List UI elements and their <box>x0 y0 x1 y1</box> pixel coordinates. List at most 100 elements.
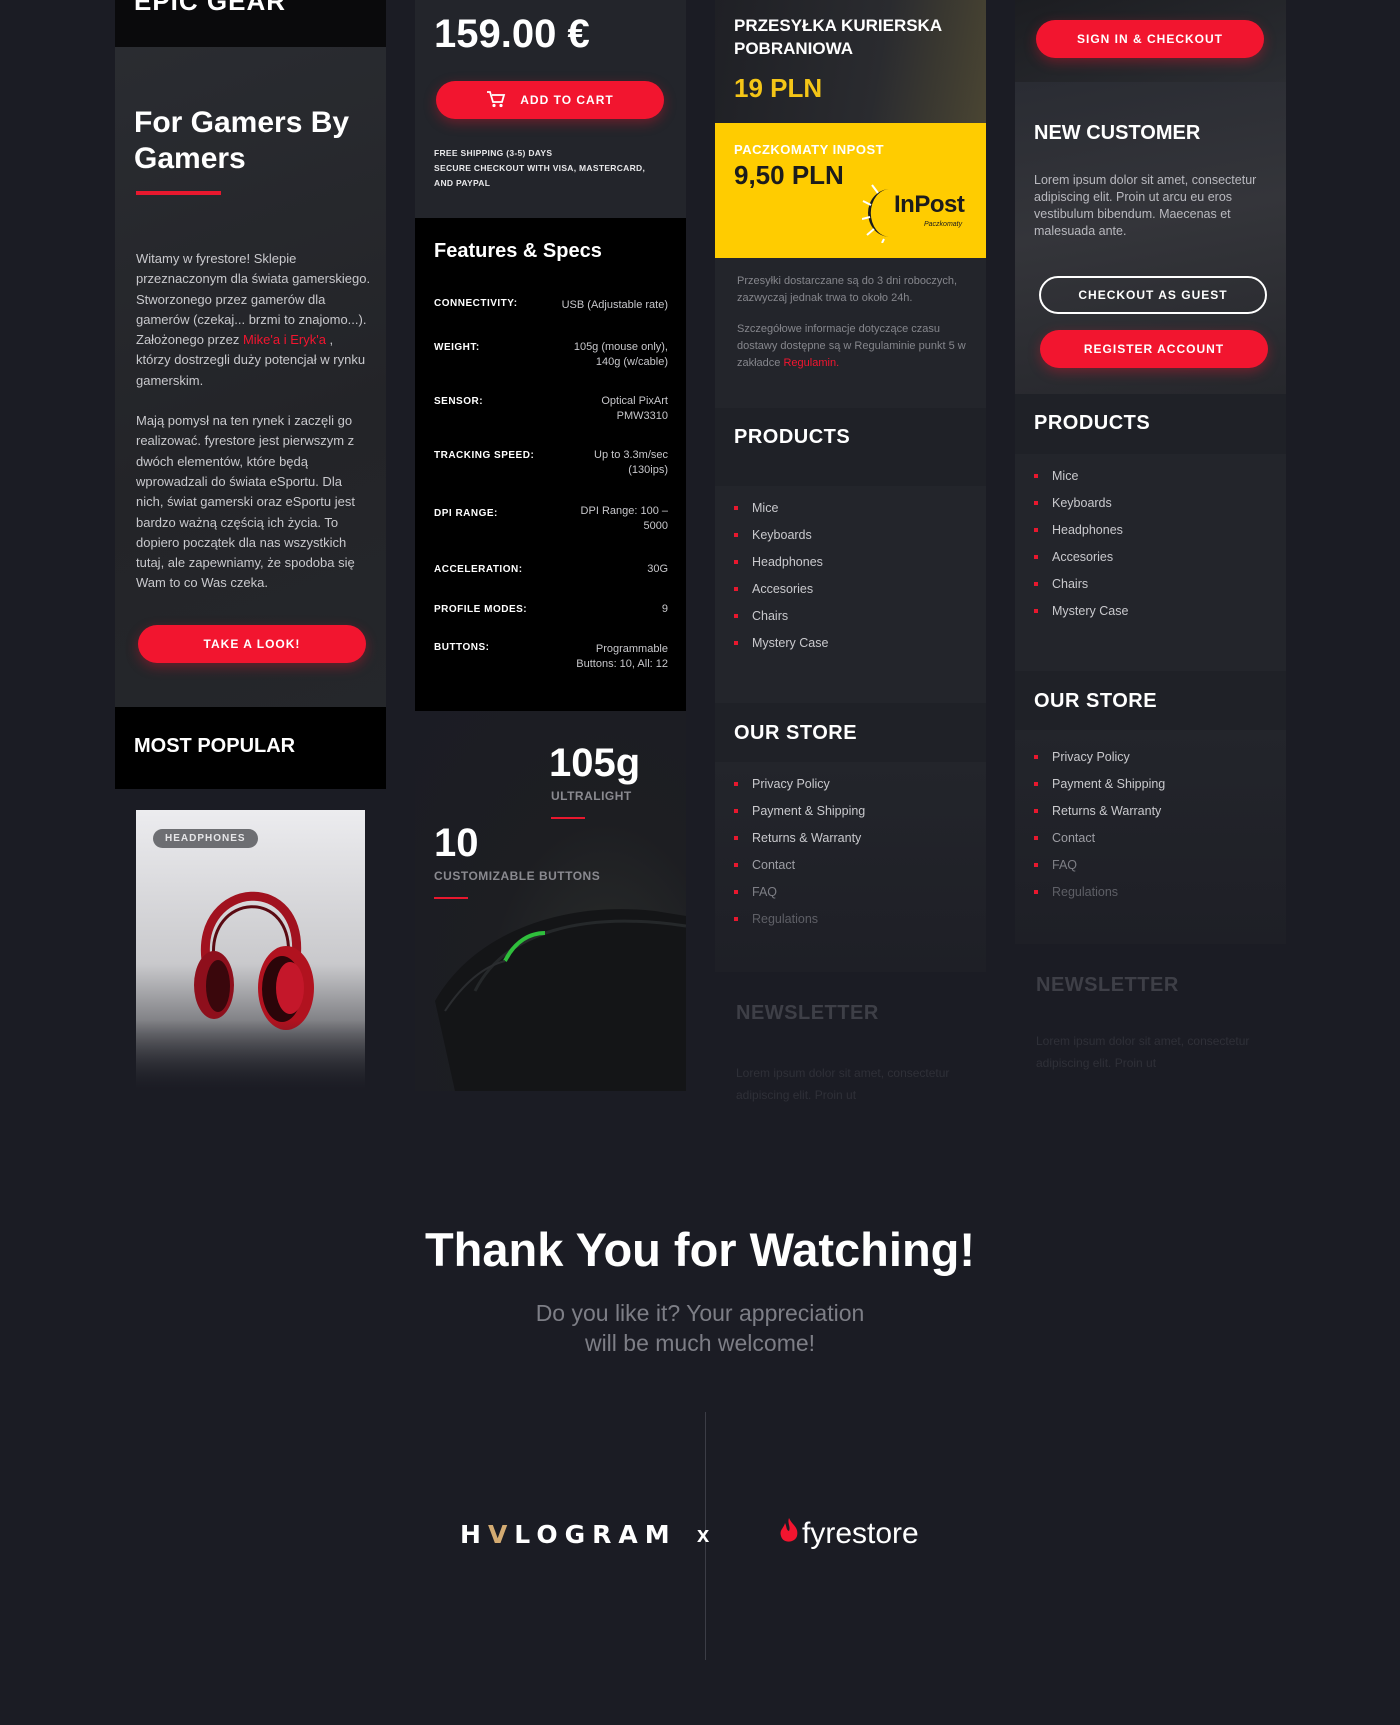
products-header: PRODUCTS <box>715 408 986 486</box>
buttons-count: 10 <box>434 821 479 865</box>
list-item[interactable]: Chairs <box>1034 577 1088 591</box>
about-paragraph-2: Mają pomysł na ten rynek i zaczęli go re… <box>136 413 355 591</box>
collab-x: x <box>697 1522 710 1547</box>
spec-key: BUTTONS: <box>434 642 490 653</box>
most-popular-header: MOST POPULAR <box>115 707 386 789</box>
products-title: PRODUCTS <box>734 426 851 448</box>
checkout-line: AND PAYPAL <box>434 178 491 188</box>
card-fade <box>136 1020 365 1090</box>
newsletter-text: Lorem ipsum dolor sit amet, consectetur … <box>736 1066 950 1102</box>
courier-option[interactable]: PRZESYŁKA KURIERSKA POBRANIOWA 19 PLN <box>715 0 986 123</box>
fyrestore-logo: fyrestore <box>778 1517 919 1551</box>
list-item[interactable]: Returns & Warranty <box>1034 804 1161 818</box>
register-account-button[interactable]: REGISTER ACCOUNT <box>1040 330 1268 368</box>
shipping-note-1: Przesyłki dostarczane są do 3 dni robocz… <box>737 275 958 304</box>
product-column: 159.00 € ADD TO CART FREE SHIPPING (3-5)… <box>415 0 686 1091</box>
list-item[interactable]: Privacy Policy <box>734 777 830 791</box>
subtitle-line-1: Do you like it? Your appreciation <box>535 1300 865 1326</box>
cart-icon <box>487 91 506 108</box>
spec-key: WEIGHT: <box>434 342 480 353</box>
spec-value: 30G <box>647 563 668 575</box>
inpost-label: PACZKOMATY INPOST <box>734 142 885 157</box>
list-item[interactable]: Headphones <box>734 555 823 569</box>
list-item[interactable]: Contact <box>734 858 795 872</box>
newsletter-section: NEWSLETTER Lorem ipsum dolor sit amet, c… <box>1015 944 1286 1084</box>
list-item[interactable]: Headphones <box>1034 523 1123 537</box>
store-title: OUR STORE <box>734 722 858 744</box>
spec-key: CONNECTIVITY: <box>434 298 518 309</box>
newsletter-text: Lorem ipsum dolor sit amet, consectetur … <box>1036 1034 1250 1070</box>
product-card-headphones[interactable]: HEADPHONES <box>136 810 365 1090</box>
most-popular-title: MOST POPULAR <box>134 735 296 757</box>
list-item[interactable]: Regulations <box>734 912 818 926</box>
about-column: EPIC GEAR For Gamers By Gamers Witamy w … <box>115 0 386 1090</box>
list-item[interactable]: FAQ <box>734 885 777 899</box>
inpost-option[interactable]: PACZKOMATY INPOST 9,50 PLN InPost Paczko… <box>715 123 986 258</box>
list-item[interactable]: Chairs <box>734 609 788 623</box>
spec-key: SENSOR: <box>434 396 484 407</box>
list-item[interactable]: FAQ <box>1034 858 1077 872</box>
store-header: OUR STORE <box>715 703 986 762</box>
products-list: Mice Keyboards Headphones Accesories Cha… <box>1015 454 1286 671</box>
inpost-price: 9,50 PLN <box>734 160 844 190</box>
list-item[interactable]: Keyboards <box>734 528 812 542</box>
list-item[interactable]: Mice <box>1034 469 1078 483</box>
store-list: Privacy Policy Payment & Shipping Return… <box>1015 730 1286 944</box>
list-item[interactable]: Accesories <box>1034 550 1113 564</box>
courier-title: PRZESYŁKA KURIERSKA POBRANIOWA <box>734 16 942 58</box>
new-customer-text: Lorem ipsum dolor sit amet, consectetur … <box>1034 173 1257 238</box>
weight-label: ULTRALIGHT <box>551 789 632 803</box>
checkout-column: SIGN IN & CHECKOUT NEW CUSTOMER Lorem ip… <box>1015 0 1286 1084</box>
list-item[interactable]: Returns & Warranty <box>734 831 861 845</box>
spec-key: ACCELERATION: <box>434 564 523 575</box>
add-to-cart-button[interactable]: ADD TO CART <box>436 81 664 119</box>
list-item[interactable]: Accesories <box>734 582 813 596</box>
inpost-wordmark-sub: Paczkomaty <box>924 221 963 228</box>
list-item[interactable]: Contact <box>1034 831 1095 845</box>
list-item[interactable]: Payment & Shipping <box>1034 777 1165 791</box>
hero-title: For Gamers By Gamers <box>134 106 350 175</box>
list-item[interactable]: Privacy Policy <box>1034 750 1130 764</box>
list-item[interactable]: Mice <box>734 501 778 515</box>
fyrestore-wordmark: fyrestore <box>802 1517 919 1550</box>
list-item[interactable]: Payment & Shipping <box>734 804 865 818</box>
checkout-line: SECURE CHECKOUT WITH VISA, MASTERCARD, <box>434 163 646 173</box>
brand-banner: EPIC GEAR <box>115 0 386 47</box>
newsletter-title: NEWSLETTER <box>736 1002 879 1024</box>
list-item[interactable]: Mystery Case <box>1034 604 1128 618</box>
sign-in-checkout-button[interactable]: SIGN IN & CHECKOUT <box>1036 20 1264 58</box>
shipping-note-2: Szczegółowe informacje dotyczące czasu d… <box>737 321 969 372</box>
new-customer-title: NEW CUSTOMER <box>1034 122 1201 144</box>
inpost-logo: InPost Paczkomaty <box>862 183 972 243</box>
products-list: Mice Keyboards Headphones Accesories Cha… <box>715 486 986 703</box>
add-to-cart-label: ADD TO CART <box>520 93 614 107</box>
shipping-column: PRZESYŁKA KURIERSKA POBRANIOWA 19 PLN PA… <box>715 0 986 1112</box>
spec-value: Up to 3.3m/sec (130ips) <box>594 449 668 476</box>
spec-value: 105g (mouse only), 140g (w/cable) <box>573 341 668 368</box>
shipping-info: FREE SHIPPING (3-5) DAYS SECURE CHECKOUT… <box>434 146 645 191</box>
spec-value: Programmable Buttons: 10, All: 12 <box>576 643 668 670</box>
products-header: PRODUCTS <box>1015 394 1286 454</box>
list-item[interactable]: Regulations <box>1034 885 1118 899</box>
weight-value: 105g <box>549 741 641 785</box>
list-item[interactable]: Keyboards <box>1034 496 1112 510</box>
spec-key: DPI RANGE: <box>434 508 498 519</box>
thank-you-subtitle: Do you like it? Your appreciation will b… <box>0 1298 1400 1358</box>
flame-icon <box>780 1518 798 1542</box>
spec-key: PROFILE MODES: <box>434 604 528 615</box>
thank-you-heading: Thank You for Watching! <box>424 1223 976 1276</box>
product-price: 159.00 € <box>434 12 590 56</box>
checkout-as-guest-button[interactable]: CHECKOUT AS GUEST <box>1039 276 1267 314</box>
regulations-link[interactable]: Regulamin <box>783 357 836 369</box>
buttons-underline <box>434 897 468 899</box>
store-header: OUR STORE <box>1015 671 1286 730</box>
brand-banner-title: EPIC GEAR <box>134 0 287 16</box>
note-end: . <box>836 357 840 369</box>
spec-key: TRACKING SPEED: <box>434 450 535 461</box>
take-a-look-button[interactable]: TAKE A LOOK! <box>138 625 366 663</box>
shipping-line: FREE SHIPPING (3-5) DAYS <box>434 148 553 158</box>
list-item[interactable]: Mystery Case <box>734 636 828 650</box>
founders-link[interactable]: Mike'a i Eryk'a <box>243 332 326 347</box>
products-title: PRODUCTS <box>1034 412 1151 434</box>
weight-underline <box>551 817 585 819</box>
